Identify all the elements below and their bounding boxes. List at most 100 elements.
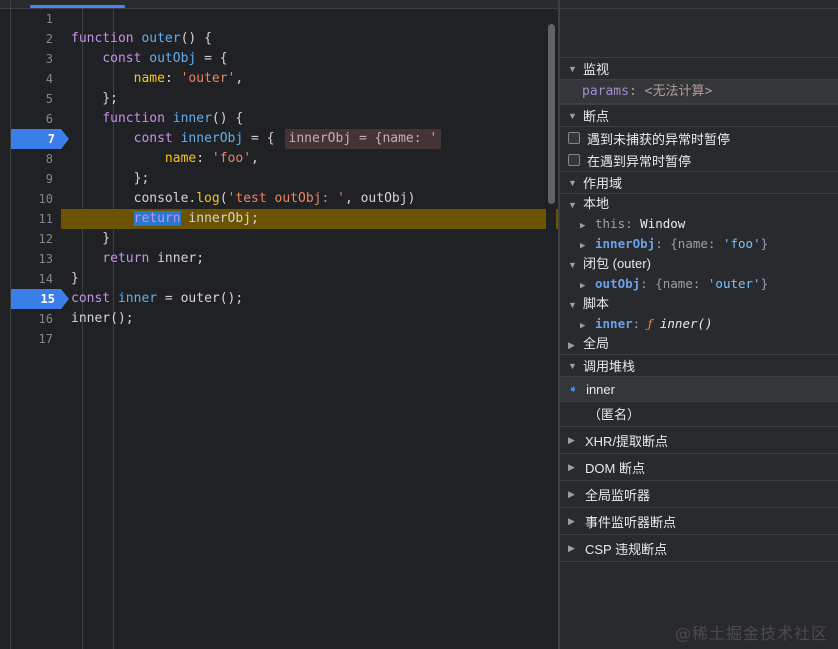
line-number[interactable]: 13: [11, 249, 61, 269]
collapsed-sections-list[interactable]: ▶XHR/提取断点▶DOM 断点▶全局监听器▶事件监听器断点▶CSP 违规断点: [560, 427, 838, 562]
line-number[interactable]: 7: [11, 129, 69, 149]
variable-colon: :: [655, 236, 670, 251]
scope-tree[interactable]: ▼本地▶this: Window▶innerObj: {name: 'foo'}…: [560, 194, 838, 354]
code-token: inner: [118, 291, 157, 306]
code-text: const outObj = {: [71, 49, 228, 69]
collapsed-section[interactable]: ▶全局监听器: [560, 481, 838, 508]
scope-group[interactable]: ▼脚本: [560, 294, 838, 314]
scope-group-label: 闭包 (outer): [583, 256, 651, 271]
code-text: inner();: [71, 309, 134, 329]
code-token: name: [165, 151, 196, 166]
code-line[interactable]: 12 }: [11, 229, 558, 249]
line-number[interactable]: 10: [11, 189, 61, 209]
checkbox[interactable]: [568, 154, 580, 166]
section-header-callstack[interactable]: ▼ 调用堆栈: [560, 354, 838, 377]
collapsed-section[interactable]: ▶事件监听器断点: [560, 508, 838, 535]
code-line[interactable]: 13 return inner;: [11, 249, 558, 269]
pause-on-exception-option-0[interactable]: 遇到未捕获的异常时暂停: [560, 127, 838, 149]
watch-expression-list[interactable]: params: <无法计算>: [560, 80, 838, 104]
code-token: const: [102, 51, 141, 66]
line-number[interactable]: 14: [11, 269, 61, 289]
pause-on-exception-option-1[interactable]: 在遇到异常时暂停: [560, 149, 838, 171]
call-stack-frame[interactable]: （匿名）: [560, 402, 838, 427]
code-line[interactable]: 14}: [11, 269, 558, 289]
code-text: const innerObj = {innerObj = {name: ': [71, 129, 441, 149]
scope-variable-row[interactable]: ▶this: Window: [560, 214, 838, 234]
line-number[interactable]: 4: [11, 69, 61, 89]
code-text: };: [71, 89, 118, 109]
watch-expression-row[interactable]: params: <无法计算>: [560, 80, 838, 104]
chevron-icon: ▶: [568, 335, 577, 355]
sidebar-top-gap: [560, 9, 838, 57]
source-code-editor[interactable]: 12function outer() {3 const outObj = {4 …: [0, 9, 558, 649]
editor-tab-strip[interactable]: [0, 0, 838, 9]
code-line[interactable]: 1: [11, 9, 558, 29]
code-token: log: [196, 191, 219, 206]
section-header-watch[interactable]: ▼ 监视: [560, 57, 838, 80]
code-text: console.log('test outObj: ', outObj): [71, 189, 415, 209]
chevron-right-icon: ▶: [568, 543, 577, 554]
code-line[interactable]: 4 name: 'outer',: [11, 69, 558, 89]
sidebar-outer-scrollbar[interactable]: [546, 10, 556, 649]
line-number[interactable]: 6: [11, 109, 61, 129]
line-number[interactable]: 1: [11, 9, 61, 29]
collapsed-section[interactable]: ▶XHR/提取断点: [560, 427, 838, 454]
code-line[interactable]: 11 return innerObj;: [11, 209, 558, 229]
line-number[interactable]: 17: [11, 329, 61, 349]
checkbox-label: 遇到未捕获的异常时暂停: [587, 129, 730, 148]
scope-group[interactable]: ▼ 闭包 (outer): [560, 254, 838, 274]
code-line[interactable]: 17: [11, 329, 558, 349]
code-token: const: [71, 291, 110, 306]
checkbox[interactable]: [568, 132, 580, 144]
line-number[interactable]: 15: [11, 289, 69, 309]
code-line[interactable]: 7 const innerObj = {innerObj = {name: ': [11, 129, 558, 149]
scope-variable-row[interactable]: ▶innerObj: {name: 'foo'}: [560, 234, 838, 254]
scope-group[interactable]: ▶全局: [560, 334, 838, 354]
line-number[interactable]: 12: [11, 229, 61, 249]
code-line[interactable]: 5 };: [11, 89, 558, 109]
variable-name: outObj: [595, 276, 640, 291]
line-number[interactable]: 11: [11, 209, 61, 229]
variable-name: innerObj: [595, 236, 655, 251]
section-header-scope[interactable]: ▼ 作用域: [560, 171, 838, 194]
line-number[interactable]: 2: [11, 29, 61, 49]
code-token: = {: [243, 131, 274, 146]
line-number[interactable]: 9: [11, 169, 61, 189]
code-line[interactable]: 3 const outObj = {: [11, 49, 558, 69]
section-header-breakpoints[interactable]: ▼ 断点: [560, 104, 838, 127]
code-token: const: [134, 131, 173, 146]
line-number[interactable]: 8: [11, 149, 61, 169]
code-line[interactable]: 8 name: 'foo',: [11, 149, 558, 169]
code-token: ,: [251, 151, 259, 166]
code-lines[interactable]: 12function outer() {3 const outObj = {4 …: [11, 9, 558, 349]
collapsed-section[interactable]: ▶CSP 违规断点: [560, 535, 838, 562]
scope-variable-row[interactable]: ▶inner: ƒ inner(): [560, 314, 838, 334]
line-number[interactable]: 3: [11, 49, 61, 69]
code-line[interactable]: 16 inner();: [11, 309, 558, 329]
scrollbar-thumb[interactable]: [548, 24, 555, 204]
code-token: outer: [141, 31, 180, 46]
code-token: inner();: [71, 311, 134, 326]
breakpoint-checkbox-list[interactable]: 遇到未捕获的异常时暂停在遇到异常时暂停: [560, 127, 838, 171]
call-stack-frame-list[interactable]: ➧inner（匿名）: [560, 377, 838, 427]
code-line[interactable]: 6 function inner() {: [11, 109, 558, 129]
code-token: [71, 211, 134, 226]
code-token: [165, 111, 173, 126]
code-line[interactable]: 2function outer() {: [11, 29, 558, 49]
chevron-icon: ▼: [568, 255, 577, 275]
code-line[interactable]: 15const inner = outer();: [11, 289, 558, 309]
code-token: , outObj): [345, 191, 415, 206]
code-line[interactable]: 9 };: [11, 169, 558, 189]
scope-group-label: 脚本: [583, 296, 609, 311]
line-number[interactable]: 16: [11, 309, 61, 329]
code-line[interactable]: 10 console.log('test outObj: ', outObj): [11, 189, 558, 209]
chevron-down-icon: ▼: [568, 111, 577, 121]
line-number[interactable]: 5: [11, 89, 61, 109]
collapsed-section[interactable]: ▶DOM 断点: [560, 454, 838, 481]
panel-splitter[interactable]: [558, 0, 560, 649]
call-stack-frame[interactable]: ➧inner: [560, 377, 838, 402]
scope-group[interactable]: ▼本地: [560, 194, 838, 214]
scope-variable-row[interactable]: ▶outObj: {name: 'outer'}: [560, 274, 838, 294]
inline-value-hint: innerObj = {name: ': [285, 129, 442, 149]
code-scroll-area[interactable]: 12function outer() {3 const outObj = {4 …: [11, 9, 558, 649]
